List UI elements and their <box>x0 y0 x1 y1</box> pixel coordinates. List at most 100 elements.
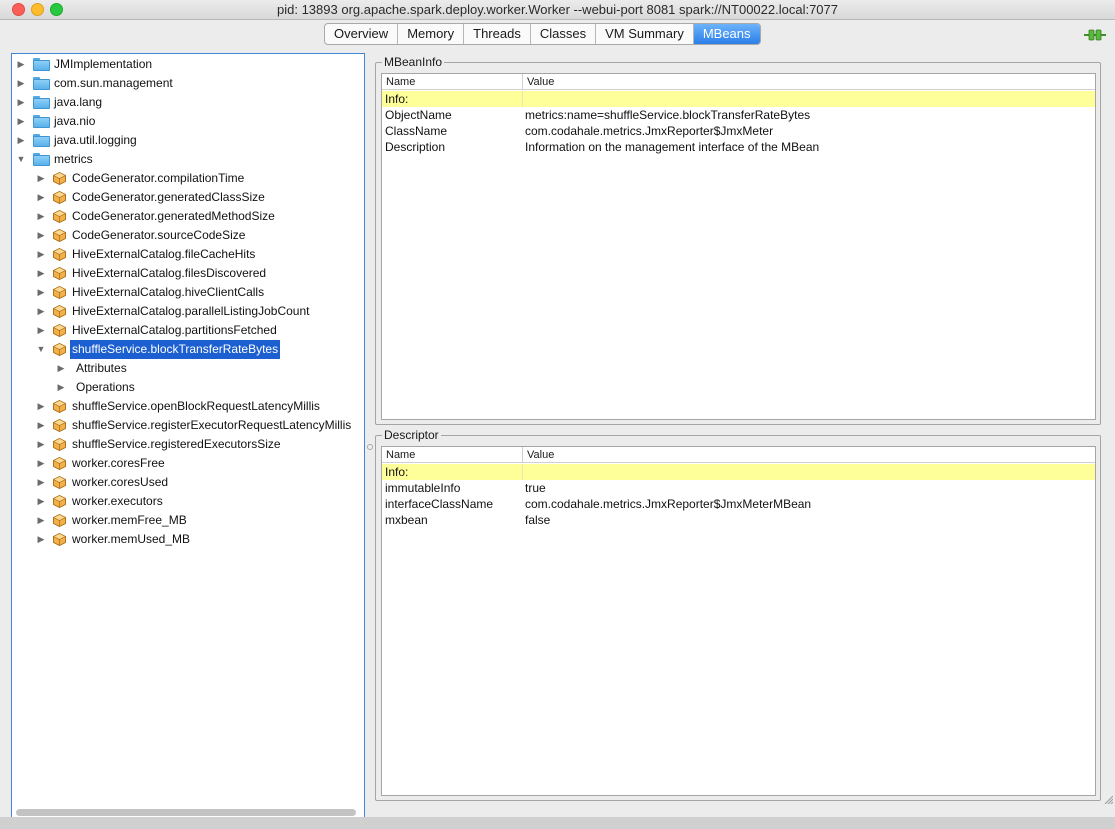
collapse-arrow-icon[interactable]: ▼ <box>16 150 26 169</box>
tab-mbeans[interactable]: MBeans <box>693 24 760 44</box>
expand-arrow-icon[interactable]: ▶ <box>16 93 26 112</box>
expand-arrow-icon[interactable]: ▶ <box>16 112 26 131</box>
table-row[interactable]: interfaceClassName com.codahale.metrics.J… <box>382 496 1095 512</box>
row-name-cell: ObjectName <box>385 108 452 122</box>
tree-node[interactable]: ▶ CodeGenerator.generatedClassSize <box>12 188 364 207</box>
mbean-icon <box>53 248 66 261</box>
expand-arrow-icon[interactable]: ▶ <box>36 188 46 207</box>
tree-node[interactable]: ▶ HiveExternalCatalog.filesDiscovered <box>12 264 364 283</box>
expand-arrow-icon[interactable]: ▶ <box>16 74 26 93</box>
table-row[interactable]: ObjectName metrics:name=shuffleService.bl… <box>382 107 1095 123</box>
mbean-tree[interactable]: ▶ JMImplementation ▶ com.sun.management ▶ jav… <box>11 53 365 821</box>
tab-vm-summary[interactable]: VM Summary <box>596 24 694 44</box>
mbean-icon <box>53 343 66 356</box>
tree-node-label: com.sun.management <box>54 76 173 90</box>
table-row[interactable]: immutableInfo true <box>382 480 1095 496</box>
expand-arrow-icon[interactable]: ▶ <box>36 226 46 245</box>
tree-node[interactable]: ▶ worker.memUsed_MB <box>12 530 364 549</box>
folder-icon <box>33 77 50 90</box>
tab-threads[interactable]: Threads <box>464 24 531 44</box>
info-label: Info: <box>385 92 409 106</box>
collapse-arrow-icon[interactable]: ▼ <box>36 340 46 359</box>
tree-node[interactable]: ▶ CodeGenerator.generatedMethodSize <box>12 207 364 226</box>
tree-node-label: HiveExternalCatalog.parallelListingJobCo… <box>72 304 310 318</box>
tree-node[interactable]: ▶ HiveExternalCatalog.partitionsFetched <box>12 321 364 340</box>
expand-arrow-icon[interactable]: ▶ <box>36 511 46 530</box>
expand-arrow-icon[interactable]: ▶ <box>36 302 46 321</box>
row-name-cell: Description <box>385 140 446 154</box>
tree-node[interactable]: ▶ CodeGenerator.compilationTime <box>12 169 364 188</box>
expand-arrow-icon[interactable]: ▶ <box>36 416 46 435</box>
tree-node[interactable]: ▼ metrics <box>12 150 364 169</box>
expand-arrow-icon[interactable]: ▶ <box>36 245 46 264</box>
tree-node[interactable]: ▶ HiveExternalCatalog.parallelListingJobC… <box>12 302 364 321</box>
window-title: pid: 13893 org.apache.spark.deploy.worke… <box>277 2 838 17</box>
tree-node[interactable]: ▶ java.util.logging <box>12 131 364 150</box>
info-row[interactable]: Info: <box>382 91 1095 107</box>
expand-arrow-icon[interactable]: ▶ <box>36 492 46 511</box>
expand-arrow-icon[interactable]: ▶ <box>36 169 46 188</box>
value-column-header[interactable]: Value <box>522 74 1095 90</box>
mbean-icon <box>53 210 66 223</box>
table-row[interactable]: Description Information on the management… <box>382 139 1095 155</box>
expand-arrow-icon[interactable]: ▶ <box>56 359 66 378</box>
split-pane-divider[interactable] <box>367 444 373 450</box>
table-row[interactable]: ClassName com.codahale.metrics.JmxReporte… <box>382 123 1095 139</box>
tree-node[interactable]: ▶ Operations <box>12 378 364 397</box>
mbean-icon <box>53 267 66 280</box>
tab-memory[interactable]: Memory <box>398 24 465 44</box>
tree-node[interactable]: ▶ java.lang <box>12 93 364 112</box>
row-name-cell: immutableInfo <box>385 481 461 495</box>
tree-node-label: shuffleService.blockTransferRateBytes <box>70 340 281 359</box>
tab-bar: Overview Memory Threads Classes VM Summa… <box>324 23 761 45</box>
name-column-header[interactable]: Name <box>382 74 522 90</box>
descriptor-table[interactable]: Name Value Info: immutableInfo true interfa… <box>381 446 1096 796</box>
info-row[interactable]: Info: <box>382 464 1095 480</box>
tree-node[interactable]: ▶ com.sun.management <box>12 74 364 93</box>
tree-node-label: java.util.logging <box>54 133 137 147</box>
tree-node[interactable]: ▶ worker.coresFree <box>12 454 364 473</box>
expand-arrow-icon[interactable]: ▶ <box>56 378 66 397</box>
expand-arrow-icon[interactable]: ▶ <box>36 530 46 549</box>
mbean-icon <box>53 305 66 318</box>
mbeaninfo-table[interactable]: Name Value Info: ObjectName metrics:name=s… <box>381 73 1096 420</box>
connection-status-icon[interactable] <box>1084 28 1106 42</box>
expand-arrow-icon[interactable]: ▶ <box>16 55 26 74</box>
tab-overview[interactable]: Overview <box>325 24 399 44</box>
tree-node[interactable]: ▶ shuffleService.registerExecutorRequestL… <box>12 416 364 435</box>
folder-icon <box>33 115 50 128</box>
tree-node[interactable]: ▶ HiveExternalCatalog.hiveClientCalls <box>12 283 364 302</box>
tree-node-label: shuffleService.registerExecutorRequestLa… <box>72 418 352 432</box>
tree-node[interactable]: ▶ shuffleService.openBlockRequestLatencyM… <box>12 397 364 416</box>
tree-node[interactable]: ▶ JMImplementation <box>12 55 364 74</box>
expand-arrow-icon[interactable]: ▶ <box>36 207 46 226</box>
expand-arrow-icon[interactable]: ▶ <box>36 321 46 340</box>
tree-node[interactable]: ▶ worker.executors <box>12 492 364 511</box>
tree-node-label: worker.coresUsed <box>72 475 169 489</box>
tree-node[interactable]: ▶ shuffleService.registeredExecutorsSize <box>12 435 364 454</box>
expand-arrow-icon[interactable]: ▶ <box>36 435 46 454</box>
expand-arrow-icon[interactable]: ▶ <box>36 264 46 283</box>
tree-node[interactable]: ▶ CodeGenerator.sourceCodeSize <box>12 226 364 245</box>
tree-node[interactable]: ▶ java.nio <box>12 112 364 131</box>
expand-arrow-icon[interactable]: ▶ <box>36 454 46 473</box>
tree-node-label: java.lang <box>54 95 103 109</box>
tree-node[interactable]: ▼ shuffleService.blockTransferRateBytes <box>12 340 364 359</box>
row-name-cell: interfaceClassName <box>385 497 494 511</box>
expand-arrow-icon[interactable]: ▶ <box>36 397 46 416</box>
tree-node[interactable]: ▶ worker.memFree_MB <box>12 511 364 530</box>
mbean-icon <box>53 191 66 204</box>
name-column-header[interactable]: Name <box>382 447 522 463</box>
tree-horizontal-scrollbar[interactable] <box>16 809 356 816</box>
expand-arrow-icon[interactable]: ▶ <box>36 473 46 492</box>
table-row[interactable]: mxbean false <box>382 512 1095 528</box>
tab-classes[interactable]: Classes <box>531 24 597 44</box>
value-column-header[interactable]: Value <box>522 447 1095 463</box>
expand-arrow-icon[interactable]: ▶ <box>36 283 46 302</box>
tree-node[interactable]: ▶ Attributes <box>12 359 364 378</box>
tree-node[interactable]: ▶ HiveExternalCatalog.fileCacheHits <box>12 245 364 264</box>
resize-grip-icon[interactable] <box>1103 794 1113 804</box>
tree-node-label: worker.coresFree <box>72 456 165 470</box>
expand-arrow-icon[interactable]: ▶ <box>16 131 26 150</box>
tree-node[interactable]: ▶ worker.coresUsed <box>12 473 364 492</box>
